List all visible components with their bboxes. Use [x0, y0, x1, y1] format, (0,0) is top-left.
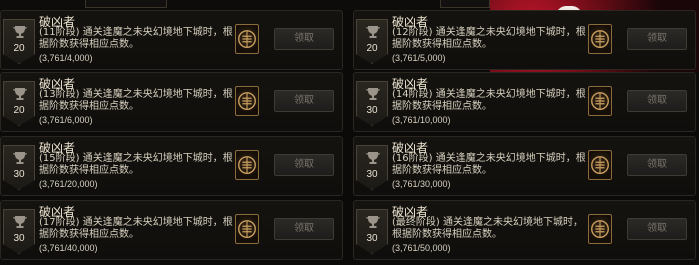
- trophy-icon: [366, 216, 380, 228]
- achievement-card: 30 破凶者 (15阶段) 通关逢魔之未央幻境地下城时，根据阶数获得相应点数。 …: [0, 136, 343, 196]
- points-value: 30: [13, 233, 25, 244]
- claim-button[interactable]: 领取: [627, 154, 687, 176]
- points-value: 30: [366, 169, 378, 180]
- trophy-icon: [13, 216, 27, 228]
- achievement-description: (14阶段) 通关逢魔之未央幻境地下城时，根据阶数获得相应点数。: [392, 89, 586, 112]
- achievement-description: (13阶段) 通关逢魔之未央幻境地下城时，根据阶数获得相应点数。: [39, 89, 233, 112]
- claim-button[interactable]: 领取: [274, 154, 334, 176]
- achievement-description: (最终阶段) 通关逢魔之未央幻境地下城时，根据阶数获得相应点数。: [392, 217, 583, 240]
- achievement-progress: (3,761/4,000): [39, 53, 93, 63]
- achievement-progress: (3,761/6,000): [39, 115, 93, 125]
- trophy-badge: 20: [356, 19, 388, 64]
- trophy-badge: 20: [3, 81, 35, 126]
- points-value: 30: [366, 105, 378, 116]
- achievement-progress: (3,761/30,000): [392, 179, 451, 189]
- claim-button[interactable]: 领取: [627, 28, 687, 50]
- achievement-progress: (3,761/5,000): [392, 53, 446, 63]
- trophy-badge: 30: [3, 145, 35, 190]
- reward-emblem-icon: [235, 150, 259, 180]
- achievement-card: 30 破凶者 (最终阶段) 通关逢魔之未央幻境地下城时，根据阶数获得相应点数。 …: [353, 200, 696, 260]
- reward-emblem-icon: [588, 150, 612, 180]
- achievement-progress: (3,761/20,000): [39, 179, 98, 189]
- reward-emblem-icon: [235, 214, 259, 244]
- achievement-card: 30 破凶者 (14阶段) 通关逢魔之未央幻境地下城时，根据阶数获得相应点数。 …: [353, 72, 696, 132]
- achievement-description: (11阶段) 通关逢魔之未央幻境地下城时，根据阶数获得相应点数。: [39, 27, 233, 50]
- claim-button[interactable]: 领取: [627, 90, 687, 112]
- trophy-icon: [366, 88, 380, 100]
- trophy-icon: [13, 88, 27, 100]
- points-value: 20: [13, 105, 25, 116]
- reward-emblem-icon: [588, 86, 612, 116]
- achievement-description: (15阶段) 通关逢魔之未央幻境地下城时，根据阶数获得相应点数。: [39, 153, 233, 176]
- points-value: 20: [13, 43, 25, 54]
- reward-emblem-icon: [235, 24, 259, 54]
- trophy-badge: 20: [3, 19, 35, 64]
- trophy-icon: [13, 152, 27, 164]
- achievement-card: 20 破凶者 (13阶段) 通关逢魔之未央幻境地下城时，根据阶数获得相应点数。 …: [0, 72, 343, 132]
- trophy-badge: 30: [356, 145, 388, 190]
- trophy-icon: [13, 26, 27, 38]
- reward-emblem-icon: [235, 86, 259, 116]
- points-value: 30: [366, 233, 378, 244]
- achievement-progress: (3,761/50,000): [392, 243, 451, 253]
- trophy-badge: 30: [3, 209, 35, 254]
- achievement-progress: (3,761/10,000): [392, 115, 451, 125]
- achievement-card: 20 破凶者 (12阶段) 通关逢魔之未央幻境地下城时，根据阶数获得相应点数。 …: [353, 10, 696, 70]
- trophy-badge: 30: [356, 81, 388, 126]
- points-value: 30: [13, 169, 25, 180]
- trophy-icon: [366, 152, 380, 164]
- claim-button[interactable]: 领取: [627, 218, 687, 240]
- trophy-badge: 30: [356, 209, 388, 254]
- reward-emblem-icon: [588, 214, 612, 244]
- points-value: 20: [366, 43, 378, 54]
- achievement-card: 30 破凶者 (16阶段) 通关逢魔之未央幻境地下城时，根据阶数获得相应点数。 …: [353, 136, 696, 196]
- reward-emblem-icon: [588, 24, 612, 54]
- top-right-field[interactable]: [440, 0, 490, 8]
- achievement-progress: (3,761/40,000): [39, 243, 98, 253]
- achievement-description: (16阶段) 通关逢魔之未央幻境地下城时，根据阶数获得相应点数。: [392, 153, 586, 176]
- achievement-description: (12阶段) 通关逢魔之未央幻境地下城时，根据阶数获得相应点数。: [392, 27, 586, 50]
- achievement-description: (17阶段) 通关逢魔之未央幻境地下城时，根据阶数获得相应点数。: [39, 217, 233, 240]
- achievement-card: 20 破凶者 (11阶段) 通关逢魔之未央幻境地下城时，根据阶数获得相应点数。 …: [0, 10, 343, 70]
- top-left-field[interactable]: [85, 0, 167, 8]
- achievement-card: 30 破凶者 (17阶段) 通关逢魔之未央幻境地下城时，根据阶数获得相应点数。 …: [0, 200, 343, 260]
- claim-button[interactable]: 领取: [274, 28, 334, 50]
- claim-button[interactable]: 领取: [274, 90, 334, 112]
- claim-button[interactable]: 领取: [274, 218, 334, 240]
- trophy-icon: [366, 26, 380, 38]
